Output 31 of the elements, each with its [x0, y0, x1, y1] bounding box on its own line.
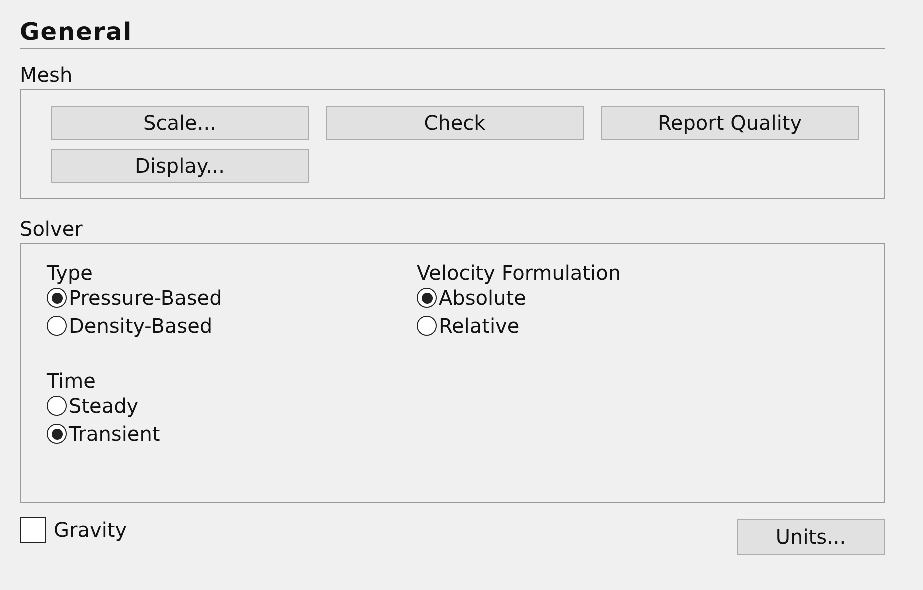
- radio-option[interactable]: Steady: [47, 392, 417, 420]
- section-label: Solver: [20, 217, 84, 241]
- radio-option[interactable]: Pressure-Based: [47, 284, 417, 312]
- radio-option[interactable]: Density-Based: [47, 312, 417, 340]
- mesh-button[interactable]: Check: [326, 106, 584, 140]
- checkbox-label: Gravity: [54, 518, 128, 542]
- group-label: Time: [47, 370, 97, 392]
- units-button[interactable]: Units...: [737, 519, 885, 555]
- mesh-button[interactable]: Display...: [51, 149, 309, 183]
- radio-button[interactable]: [47, 424, 67, 444]
- option-label: Density-Based: [69, 314, 213, 338]
- radio-option[interactable]: Transient: [47, 420, 417, 448]
- radio-option[interactable]: Relative: [417, 312, 884, 340]
- option-label: Relative: [439, 314, 520, 338]
- checkbox[interactable]: [20, 517, 46, 543]
- radio-button[interactable]: [417, 288, 437, 308]
- option-label: Absolute: [439, 286, 526, 310]
- radio-button[interactable]: [47, 316, 67, 336]
- section-label: Mesh: [20, 63, 74, 87]
- option-label: Pressure-Based: [69, 286, 222, 310]
- group-label: Velocity Formulation: [417, 262, 622, 284]
- radio-button[interactable]: [47, 396, 67, 416]
- radio-button[interactable]: [417, 316, 437, 336]
- option-label: Steady: [69, 394, 139, 418]
- radio-button[interactable]: [47, 288, 67, 308]
- group-label: Type: [47, 262, 94, 284]
- mesh-button[interactable]: Scale...: [51, 106, 309, 140]
- mesh-button[interactable]: Report Quality: [601, 106, 859, 140]
- panel-title: General: [20, 18, 133, 46]
- radio-option[interactable]: Absolute: [417, 284, 884, 312]
- option-label: Transient: [69, 422, 160, 446]
